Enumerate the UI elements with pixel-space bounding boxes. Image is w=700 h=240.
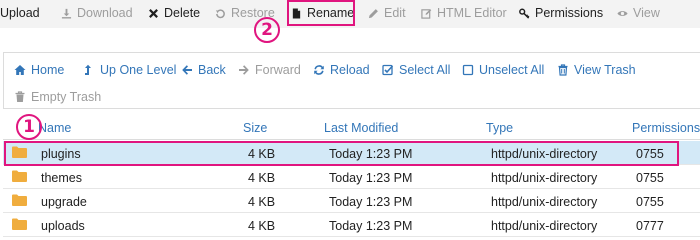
navigation-toolbar: Home Up One Level Back Forward Reload Se… — [3, 52, 700, 109]
delete-button[interactable]: Delete — [148, 0, 200, 26]
edit-box-icon — [421, 8, 432, 19]
key-icon — [519, 8, 530, 19]
column-header-permissions[interactable]: Permissions — [632, 121, 700, 135]
upload-button[interactable]: Upload — [0, 0, 40, 26]
file-permissions: 0755 — [636, 171, 664, 185]
trash-icon — [15, 91, 25, 102]
unselect-all-label: Unselect All — [479, 63, 545, 77]
table-row[interactable]: upgrade 4 KB Today 1:23 PM httpd/unix-di… — [3, 189, 700, 213]
checkbox-checked-icon — [382, 64, 394, 76]
file-last-modified: Today 1:23 PM — [329, 171, 413, 185]
view-button[interactable]: View — [617, 0, 660, 26]
arrow-left-icon — [182, 65, 192, 75]
empty-trash-button[interactable]: Empty Trash — [14, 89, 101, 105]
up-one-level-button[interactable]: Up One Level — [83, 62, 176, 78]
empty-trash-label: Empty Trash — [31, 90, 102, 104]
folder-icon — [12, 170, 27, 182]
folder-icon — [12, 194, 27, 206]
up-one-level-label: Up One Level — [100, 63, 177, 77]
select-all-button[interactable]: Select All — [382, 62, 450, 78]
forward-label: Forward — [255, 63, 301, 77]
callout-1-number: 1 — [23, 117, 35, 137]
file-name[interactable]: uploads — [41, 219, 85, 233]
edit-button[interactable]: Edit — [368, 0, 406, 26]
file-name[interactable]: upgrade — [41, 195, 87, 209]
edit-label: Edit — [384, 6, 406, 20]
callout-1: 1 — [16, 114, 42, 140]
trash-icon — [558, 64, 568, 76]
file-type: httpd/unix-directory — [491, 195, 598, 209]
view-label: View — [633, 6, 660, 20]
html-editor-label: HTML Editor — [437, 6, 507, 20]
rename-highlight-box — [287, 0, 355, 26]
forward-button[interactable]: Forward — [238, 62, 301, 78]
permissions-label: Permissions — [535, 6, 604, 20]
column-header-name[interactable]: Name — [38, 121, 71, 135]
arrow-right-icon — [239, 65, 249, 75]
download-icon — [61, 8, 72, 19]
refresh-icon — [314, 65, 324, 75]
table-row[interactable]: uploads 4 KB Today 1:23 PM httpd/unix-di… — [3, 213, 700, 237]
callout-2: 2 — [254, 17, 280, 43]
home-icon — [14, 65, 26, 75]
unselect-all-button[interactable]: Unselect All — [462, 62, 544, 78]
select-all-label: Select All — [399, 63, 451, 77]
level-up-icon — [85, 64, 91, 75]
back-label: Back — [198, 63, 226, 77]
permissions-button[interactable]: Permissions — [519, 0, 603, 26]
view-trash-button[interactable]: View Trash — [557, 62, 636, 78]
file-name[interactable]: themes — [41, 171, 82, 185]
upload-label: Upload — [0, 6, 40, 20]
file-permissions: 0755 — [636, 195, 664, 209]
checkbox-empty-icon — [462, 64, 474, 76]
html-editor-button[interactable]: HTML Editor — [421, 0, 507, 26]
table-header-row: Name Size Last Modified Type Permissions — [3, 116, 700, 140]
download-label: Download — [77, 6, 133, 20]
file-type: httpd/unix-directory — [491, 171, 598, 185]
pencil-icon — [368, 8, 378, 18]
column-header-type[interactable]: Type — [486, 121, 513, 135]
back-button[interactable]: Back — [181, 62, 226, 78]
file-size: 4 KB — [248, 171, 276, 185]
home-button[interactable]: Home — [14, 62, 64, 78]
undo-icon — [215, 8, 225, 18]
file-size: 4 KB — [248, 219, 276, 233]
close-icon — [149, 8, 158, 18]
home-label: Home — [31, 63, 65, 77]
reload-button[interactable]: Reload — [313, 62, 370, 78]
download-button[interactable]: Download — [61, 0, 133, 26]
file-size: 4 KB — [248, 195, 276, 209]
table-row[interactable]: themes 4 KB Today 1:23 PM httpd/unix-dir… — [3, 165, 700, 189]
file-last-modified: Today 1:23 PM — [329, 195, 413, 209]
delete-label: Delete — [164, 6, 201, 20]
file-type: httpd/unix-directory — [491, 219, 598, 233]
file-last-modified: Today 1:23 PM — [329, 219, 413, 233]
callout-2-number: 2 — [261, 20, 273, 40]
eye-icon — [617, 10, 628, 16]
reload-label: Reload — [330, 63, 370, 77]
column-header-last-modified[interactable]: Last Modified — [324, 121, 398, 135]
column-header-size[interactable]: Size — [243, 121, 267, 135]
view-trash-label: View Trash — [574, 63, 636, 77]
file-permissions: 0777 — [636, 219, 664, 233]
row-highlight-box — [4, 141, 679, 166]
folder-icon — [12, 218, 27, 230]
